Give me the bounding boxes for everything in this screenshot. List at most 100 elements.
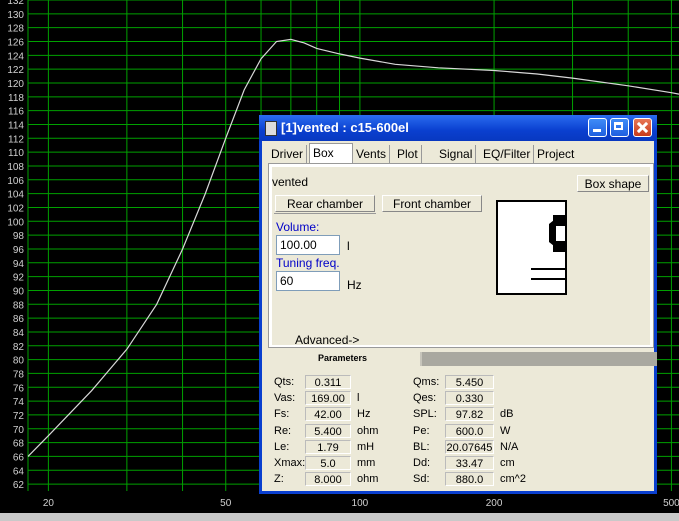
param-unit: ohm: [357, 424, 379, 437]
y-tick-label: 88: [13, 300, 25, 311]
y-tick-label: 106: [7, 176, 24, 187]
y-tick-label: 132: [7, 0, 24, 7]
front-chamber-button[interactable]: Front chamber: [382, 195, 482, 212]
param-label: BL:: [413, 440, 430, 453]
tab-signal[interactable]: Signal: [436, 145, 477, 163]
param-value: 5.450: [445, 375, 494, 389]
param-label: Fs:: [274, 408, 290, 421]
y-tick-label: 62: [13, 480, 25, 491]
minimize-icon[interactable]: [588, 118, 607, 137]
tab-box[interactable]: Box: [309, 143, 353, 164]
y-tick-label: 120: [7, 79, 24, 90]
param-label: SPL:: [413, 408, 437, 421]
param-value: 97.82: [445, 407, 494, 422]
y-tick-label: 126: [7, 37, 24, 48]
y-tick-label: 92: [13, 273, 25, 284]
tab-parameters[interactable]: Parameters: [265, 352, 420, 366]
parameters-header: Parameters: [265, 352, 657, 366]
y-tick-label: 118: [8, 93, 24, 104]
y-tick-label: 74: [13, 397, 25, 408]
param-value: 8.000: [305, 472, 351, 487]
tab-driver[interactable]: Driver: [268, 145, 307, 163]
x-tick-label: 200: [486, 498, 503, 509]
window-title: [1]vented : c15-600el: [281, 120, 409, 135]
taskbar: [0, 513, 679, 521]
tab-project[interactable]: Project: [534, 145, 577, 163]
param-label: Sd:: [413, 473, 430, 486]
box-panel: vented Box shape Rear chamber Front cham…: [268, 163, 654, 348]
param-unit: Hz: [357, 408, 371, 421]
y-tick-label: 94: [13, 259, 25, 270]
window-titlebar[interactable]: [1]vented : c15-600el: [259, 115, 657, 141]
y-tick-label: 98: [13, 231, 25, 242]
box-type-label: vented: [272, 175, 309, 189]
y-tick-label: 112: [8, 134, 24, 145]
param-value: 0.330: [445, 391, 494, 406]
y-tick-label: 124: [7, 51, 24, 62]
box-diagram: [496, 200, 567, 295]
x-tick-label: 100: [352, 498, 369, 509]
x-tick-label: 50: [220, 498, 232, 509]
param-label: Xmax:: [274, 457, 306, 469]
param-label: Vas:: [274, 392, 296, 405]
y-tick-label: 110: [8, 148, 24, 159]
y-tick-label: 104: [7, 190, 24, 201]
param-label: Le:: [274, 440, 290, 453]
volume-label: Volume:: [276, 220, 320, 234]
param-unit: cm: [500, 457, 515, 469]
param-value: 5.0: [305, 456, 351, 470]
advanced-link[interactable]: Advanced->: [295, 333, 359, 347]
param-value: 42.00: [305, 407, 351, 422]
maximize-icon[interactable]: [610, 118, 629, 137]
vented-box-icon: [531, 215, 565, 280]
box-shape-button[interactable]: Box shape: [577, 175, 649, 192]
y-tick-label: 84: [13, 328, 25, 339]
param-value: 1.79: [305, 439, 351, 454]
param-label: Dd:: [413, 457, 431, 469]
param-value: 20.07645: [445, 439, 494, 454]
param-label: Pe:: [413, 424, 430, 437]
param-value: 600.0: [445, 423, 494, 438]
param-value: 169.00: [305, 391, 351, 406]
y-tick-label: 102: [7, 203, 24, 214]
y-tick-label: 80: [13, 356, 25, 367]
tab-vents[interactable]: Vents: [353, 145, 391, 163]
tuning-freq-label: Tuning freq.: [276, 256, 340, 270]
y-tick-label: 72: [13, 411, 25, 422]
tab-bar: Driver Box Vents Plot Signal EQ/Filter P…: [265, 143, 657, 164]
y-tick-label: 96: [13, 245, 25, 256]
param-unit: dB: [500, 408, 514, 421]
param-label: Qts:: [274, 376, 295, 388]
param-unit: mH: [357, 440, 375, 453]
y-tick-label: 108: [7, 162, 24, 173]
param-value: 33.47: [445, 456, 494, 470]
y-tick-label: 76: [13, 383, 25, 394]
param-unit: mm: [357, 457, 376, 469]
y-tick-label: 116: [8, 107, 24, 118]
speaker-icon: [265, 121, 277, 136]
tuning-freq-input[interactable]: 60: [276, 271, 340, 291]
rear-chamber-button[interactable]: Rear chamber: [275, 195, 375, 212]
close-icon[interactable]: [633, 118, 652, 137]
x-tick-label: 20: [43, 498, 55, 509]
param-unit: l: [357, 392, 360, 405]
y-tick-label: 90: [13, 286, 25, 297]
param-label: Qms:: [413, 376, 440, 388]
volume-input[interactable]: 100.00: [276, 235, 340, 255]
y-tick-label: 122: [7, 65, 24, 76]
y-tick-label: 128: [7, 24, 24, 35]
y-tick-label: 100: [7, 217, 24, 228]
tab-eq-filter[interactable]: EQ/Filter: [480, 145, 535, 163]
volume-unit: l: [347, 239, 350, 253]
y-tick-label: 86: [13, 314, 25, 325]
y-tick-label: 66: [13, 452, 25, 463]
param-unit: W: [500, 424, 511, 437]
x-tick-label: 500: [663, 498, 679, 509]
param-label: Re:: [274, 424, 292, 437]
y-tick-label: 68: [13, 439, 25, 450]
tab-plot[interactable]: Plot: [394, 145, 422, 163]
param-unit: ohm: [357, 473, 379, 486]
y-tick-label: 130: [7, 10, 24, 21]
param-unit: N/A: [500, 440, 519, 453]
param-label: Qes:: [413, 392, 437, 405]
